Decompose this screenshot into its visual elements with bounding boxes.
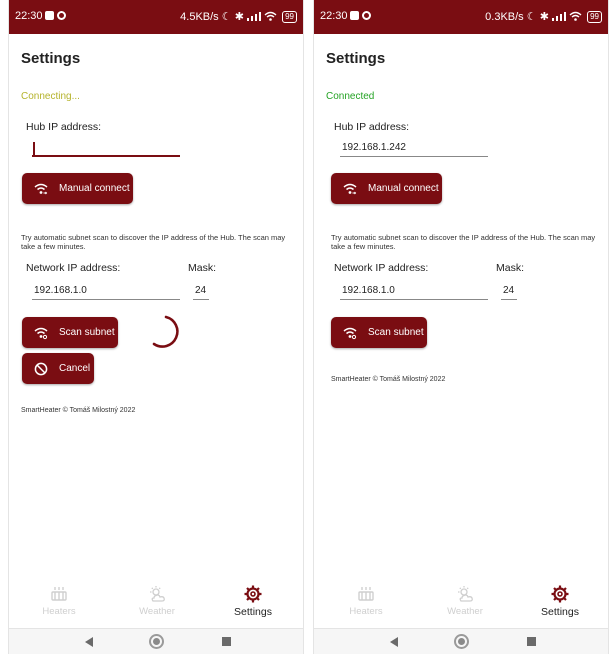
notification-chat-icon [57, 11, 66, 20]
moon-icon: ☾ [526, 11, 537, 23]
status-bar: 22:30 4.5KB/s ☾ ✱ 99 [9, 0, 303, 34]
hub-ip-label: Hub IP address: [26, 121, 102, 133]
scan-help-text: Try automatic subnet scan to discover th… [331, 233, 596, 251]
home-icon[interactable] [454, 634, 469, 649]
tab-weather[interactable]: Weather [112, 580, 202, 617]
bottom-navigation: Heaters Weather Settings [314, 580, 608, 628]
mask-label: Mask: [188, 262, 217, 274]
cancel-icon [34, 362, 48, 376]
network-speed: 4.5KB/s [180, 11, 219, 23]
tab-heaters[interactable]: Heaters [321, 580, 411, 617]
tab-weather[interactable]: Weather [420, 580, 510, 617]
notification-app-icon [45, 11, 54, 20]
credit-text: SmartHeater © Tomáš Milostný 2022 [331, 376, 446, 383]
tab-settings[interactable]: Settings [515, 580, 605, 618]
tab-settings[interactable]: Settings [208, 580, 298, 618]
tab-heaters[interactable]: Heaters [14, 580, 104, 617]
hub-ip-input[interactable] [32, 142, 180, 157]
system-navigation-bar [9, 628, 303, 654]
scan-help-text: Try automatic subnet scan to discover th… [21, 233, 286, 251]
phone-screen-connected: 22:30 0.3KB/s ☾ ✱ 99 Settings Connected … [313, 0, 609, 654]
loading-spinner [152, 315, 179, 348]
phone-screen-connecting: 22:30 4.5KB/s ☾ ✱ 99 Settings Connecting… [8, 0, 304, 654]
battery-icon: 99 [587, 11, 602, 23]
notification-icons [350, 10, 371, 22]
network-ip-label: Network IP address: [334, 262, 429, 274]
heater-icon [358, 587, 374, 601]
connection-status: Connecting... [21, 91, 80, 102]
hub-ip-label: Hub IP address: [334, 121, 410, 133]
wifi-status-icon [264, 11, 277, 21]
status-time: 22:30 [320, 10, 348, 22]
connection-status: Connected [326, 91, 375, 102]
status-right: 4.5KB/s ☾ ✱ 99 [180, 10, 297, 23]
mask-input[interactable]: 24 [501, 285, 517, 300]
bluetooth-icon: ✱ [234, 11, 244, 23]
text-caret [33, 142, 35, 155]
manual-connect-button[interactable]: Manual connect [331, 173, 442, 204]
home-icon[interactable] [149, 634, 164, 649]
recents-icon[interactable] [222, 637, 231, 646]
status-bar: 22:30 0.3KB/s ☾ ✱ 99 [314, 0, 608, 34]
scan-subnet-button[interactable]: Scan subnet [22, 317, 118, 348]
network-ip-label: Network IP address: [26, 262, 121, 274]
notification-chat-icon [362, 11, 371, 20]
signal-icon [551, 12, 566, 21]
cancel-button[interactable]: Cancel [22, 353, 94, 384]
weather-icon [150, 586, 165, 602]
bluetooth-icon: ✱ [539, 11, 549, 23]
gear-icon [551, 585, 569, 603]
scan-subnet-button[interactable]: Scan subnet [331, 317, 427, 348]
signal-icon [246, 12, 261, 21]
moon-icon: ☾ [221, 11, 232, 23]
battery-icon: 99 [282, 11, 297, 23]
bottom-navigation: Heaters Weather Settings [9, 580, 303, 628]
network-ip-input[interactable]: 192.168.1.0 [32, 285, 180, 300]
heater-icon [51, 587, 67, 601]
page-title: Settings [21, 50, 81, 67]
credit-text: SmartHeater © Tomáš Milostný 2022 [21, 407, 136, 414]
wifi-search-icon [34, 326, 48, 340]
gear-icon [244, 585, 262, 603]
notification-icons [45, 10, 66, 22]
network-speed: 0.3KB/s [485, 11, 524, 23]
recents-icon[interactable] [527, 637, 536, 646]
mask-input[interactable]: 24 [193, 285, 209, 300]
system-navigation-bar [314, 628, 608, 654]
wifi-connect-icon [34, 182, 48, 196]
status-time: 22:30 [15, 10, 43, 22]
wifi-connect-icon [343, 182, 357, 196]
weather-icon [458, 586, 473, 602]
status-right: 0.3KB/s ☾ ✱ 99 [485, 10, 602, 23]
hub-ip-input[interactable]: 192.168.1.242 [340, 142, 488, 157]
wifi-search-icon [343, 326, 357, 340]
page-title: Settings [326, 50, 386, 67]
back-icon[interactable] [390, 637, 398, 647]
network-ip-input[interactable]: 192.168.1.0 [340, 285, 488, 300]
mask-label: Mask: [496, 262, 525, 274]
wifi-status-icon [569, 11, 582, 21]
notification-app-icon [350, 11, 359, 20]
back-icon[interactable] [85, 637, 93, 647]
manual-connect-button[interactable]: Manual connect [22, 173, 133, 204]
